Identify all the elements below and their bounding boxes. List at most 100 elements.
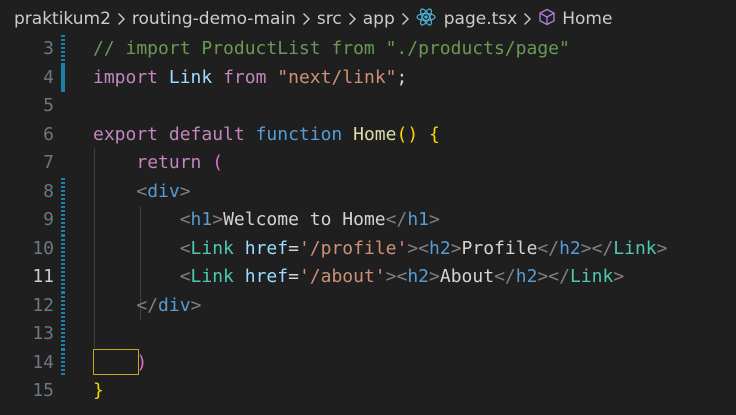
code-token: h1 [407, 209, 430, 230]
code-line[interactable]: 13 [0, 320, 736, 349]
code-token: Home [353, 123, 397, 145]
code-line[interactable]: 6 export default function Home() { [0, 121, 736, 150]
code-token: h2 [515, 266, 538, 287]
code-token: default [168, 123, 245, 145]
breadcrumb-item-praktikum2[interactable]: praktikum2 [14, 9, 111, 29]
code-token: ></ [580, 237, 614, 259]
code-line[interactable]: 9 <h1>Welcome to Home</h1> [0, 206, 736, 235]
code-token: h2 [559, 237, 581, 259]
line-content: <div> [93, 178, 191, 207]
code-token: < [179, 237, 191, 259]
code-token: < [179, 209, 191, 230]
line-number: 11 [32, 266, 54, 287]
code-token: </ [537, 237, 560, 259]
line-content: <h1>Welcome to Home</h1> [93, 206, 440, 235]
code-token: // import ProductList from "./products/p… [93, 38, 570, 59]
gutter-change-marker[interactable] [61, 263, 65, 292]
line-content: export default function Home() { [93, 121, 440, 150]
code-token: div [158, 294, 191, 316]
code-token: ; [396, 66, 408, 88]
code-line[interactable]: 14 ) [0, 348, 736, 378]
line-number: 13 [32, 323, 54, 344]
breadcrumb-file-label: page.tsx [443, 9, 518, 29]
breadcrumb-item-src[interactable]: src [317, 9, 342, 29]
code-token: Link [168, 66, 213, 88]
chevron-right-icon [302, 12, 311, 26]
line-number: 12 [32, 294, 54, 316]
breadcrumb-item-app[interactable]: app [363, 9, 395, 29]
breadcrumb-item-routing-demo-main[interactable]: routing-demo-main [132, 9, 296, 29]
code-token: h2 [407, 266, 430, 287]
gutter-change-marker[interactable] [61, 177, 65, 206]
code-token: () [396, 123, 419, 145]
code-line[interactable]: 15} [0, 377, 736, 406]
code-token: = [288, 266, 299, 287]
line-content: ) [93, 349, 147, 378]
code-token: > [429, 266, 440, 287]
code-token: import [93, 66, 159, 88]
line-content: } [93, 377, 104, 406]
code-token: </ [136, 294, 159, 316]
code-area[interactable]: 3 // import ProductList from "./products/… [0, 35, 736, 415]
code-token: >< [407, 237, 430, 259]
code-line[interactable]: 11 <Link href='/about'><h2>About</h2></L… [0, 263, 736, 292]
code-token: ( [212, 152, 224, 173]
gutter-change-marker[interactable] [61, 35, 65, 64]
code-token: from [223, 66, 267, 88]
line-content: import Link from "next/link"; [93, 64, 407, 93]
code-token: export [93, 123, 159, 145]
line-number: 5 [43, 95, 54, 116]
code-token: > [656, 237, 668, 259]
code-token: href [244, 237, 289, 259]
code-line[interactable]: 8 <div> [0, 177, 736, 207]
gutter-change-marker[interactable] [61, 291, 65, 320]
code-token: </ [494, 266, 516, 287]
code-token: ></ [537, 266, 570, 287]
code-token: div [147, 180, 180, 202]
code-token: '/about' [298, 266, 386, 287]
code-token: > [613, 266, 625, 287]
code-token: Welcome to Home [223, 209, 386, 230]
code-line[interactable]: 3 // import ProductList from "./products/… [0, 35, 736, 64]
breadcrumb-item-home[interactable]: Home [538, 8, 612, 31]
line-content: <Link href='/about'><h2>About</h2></Link… [93, 263, 624, 292]
code-token: h2 [429, 237, 451, 259]
breadcrumb-item-page-tsx[interactable]: page.tsx [416, 7, 518, 31]
code-token: </ [385, 209, 408, 230]
code-token: = [288, 237, 299, 259]
code-token: Link [569, 266, 614, 287]
code-token: < [179, 266, 191, 287]
code-token: >< [385, 266, 408, 287]
code-token: > [450, 237, 462, 259]
code-token: < [136, 180, 148, 202]
code-line[interactable]: 4 import Link from "next/link"; [0, 63, 736, 93]
gutter-change-marker[interactable] [61, 63, 65, 92]
code-token: Link [190, 237, 234, 259]
gutter-change-marker[interactable] [61, 234, 65, 263]
gutter-change-marker[interactable] [61, 348, 65, 377]
code-token: > [179, 180, 191, 202]
code-token: About [439, 266, 495, 287]
code-editor: praktikum2 routing-demo-main src app pag… [0, 0, 736, 415]
gutter-change-marker[interactable] [61, 320, 65, 349]
code-line[interactable]: 7 return ( [0, 149, 736, 178]
gutter-change-marker[interactable] [61, 206, 65, 235]
code-token: > [429, 209, 440, 230]
code-token: "next/link" [277, 66, 397, 88]
code-line[interactable]: 5 [0, 92, 736, 121]
react-icon [416, 7, 436, 31]
line-number: 4 [43, 66, 54, 88]
code-line[interactable]: 12 </div> [0, 291, 736, 320]
code-token: '/profile' [298, 237, 408, 259]
code-token: return [136, 152, 202, 173]
code-line[interactable]: 10 <Link href='/profile'><h2>Profile</h2… [0, 234, 736, 263]
